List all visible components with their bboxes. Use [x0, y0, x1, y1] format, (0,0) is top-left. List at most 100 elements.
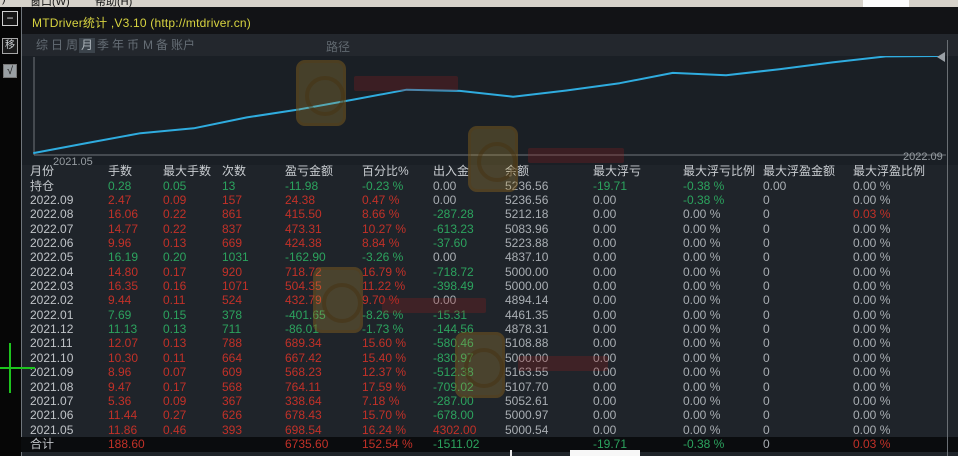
curve-end-marker-icon	[937, 52, 945, 62]
table-cell: 11.86	[108, 423, 137, 438]
table-cell: 0	[763, 423, 770, 438]
table-cell: 0.00 %	[853, 394, 890, 409]
table-cell: 4894.14	[505, 293, 548, 308]
table-cell: 0.22	[163, 207, 186, 222]
table-cell: 4302.00	[433, 423, 476, 438]
table-row[interactable]: 2022.069.960.13669424.388.84 %-37.605223…	[21, 236, 958, 251]
table-row[interactable]: 2022.0414.800.17920718.7216.79 %-718.725…	[21, 265, 958, 280]
table-cell: 7.69	[108, 308, 131, 323]
table-cell: 0	[763, 293, 770, 308]
table-cell: 698.54	[285, 423, 322, 438]
table-cell: 12.37 %	[362, 365, 406, 380]
table-cell: 0	[763, 236, 770, 251]
table-cell: 15.60 %	[362, 336, 406, 351]
table-cell: 0	[763, 351, 770, 366]
table-cell: 0	[763, 336, 770, 351]
table-cell: 0.16	[163, 279, 186, 294]
tab-daily[interactable]: 日	[49, 38, 65, 53]
table-row[interactable]: 2022.0316.350.161071504.3511.22 %-398.49…	[21, 279, 958, 294]
tab-currency[interactable]: 币	[125, 38, 141, 53]
table-cell: 378	[222, 308, 242, 323]
table-cell: 11.44	[108, 408, 137, 423]
table-cell: 0	[763, 207, 770, 222]
table-cell: 0	[763, 365, 770, 380]
tab-account[interactable]: 账户	[169, 38, 197, 53]
table-cell: -37.60	[433, 236, 467, 251]
check-button[interactable]: √	[3, 64, 17, 78]
table-cell: 14.80	[108, 265, 138, 280]
table-cell: 0.00	[593, 279, 616, 294]
table-cell: -613.23	[433, 222, 474, 237]
title-bar: MTDriver统计 ,V3.10 (http://mtdriver.cn)	[22, 7, 958, 34]
column-header: 最大手数	[163, 164, 211, 179]
table-cell: 0.00 %	[853, 222, 890, 237]
table-row[interactable]: 2022.029.440.11524432.799.70 %0.004894.1…	[21, 293, 958, 308]
table-cell: -0.23 %	[362, 179, 403, 194]
table-cell: 2021.11	[30, 336, 73, 351]
watermark-badge	[455, 332, 505, 398]
table-cell: 0.07	[163, 365, 186, 380]
table-cell: 0.00 %	[853, 293, 890, 308]
table-cell: 0.00 %	[683, 207, 720, 222]
table-row[interactable]: 2022.0714.770.22837473.3110.27 %-613.235…	[21, 222, 958, 237]
tab-summary[interactable]: 综	[34, 38, 50, 53]
table-cell: 0.00	[593, 322, 616, 337]
table-cell: 0.17	[163, 380, 186, 395]
column-header: 百分比%	[362, 164, 409, 179]
table-cell: 0.05	[163, 179, 186, 194]
table-row[interactable]: 2021.0511.860.46393698.5416.24 %4302.005…	[21, 423, 958, 438]
table-cell: 0.00 %	[683, 279, 720, 294]
table-cell: 5236.56	[505, 193, 548, 208]
table-cell: 11.22 %	[362, 279, 405, 294]
tab-notes[interactable]: 备	[154, 38, 170, 53]
tab-m[interactable]: M	[141, 38, 155, 53]
table-cell: 10.27 %	[362, 222, 406, 237]
table-row[interactable]: 2022.017.690.15378-401.65-8.26 %-15.3144…	[21, 308, 958, 323]
table-cell: 0	[763, 250, 770, 265]
tab-quarterly[interactable]: 季	[95, 38, 111, 53]
menu-fragment: )	[2, 0, 6, 5]
app-window: ) 窗口(W) 帮助(H) − 移 √ MTDriver统计 ,V3.10 (h…	[0, 0, 958, 456]
watermark-badge	[296, 60, 346, 126]
menu-item-help[interactable]: 帮助(H)	[95, 0, 132, 7]
table-cell: 10.30	[108, 351, 138, 366]
table-cell: 14.77	[108, 222, 138, 237]
table-row[interactable]: 2022.0816.060.22861415.508.66 %-287.2852…	[21, 207, 958, 222]
table-cell: 2022.08	[30, 207, 73, 222]
tab-yearly[interactable]: 年	[110, 38, 126, 53]
table-cell: 0.00	[593, 265, 616, 280]
minimize-button[interactable]: −	[2, 11, 18, 26]
table-cell: 5212.18	[505, 207, 548, 222]
table-cell: 5.36	[108, 394, 131, 409]
table-row[interactable]: 2022.092.470.0915724.380.47 %0.005236.56…	[21, 193, 958, 208]
menu-item-window[interactable]: 窗口(W)	[30, 0, 70, 7]
table-cell: 0.00 %	[853, 250, 890, 265]
table-cell: 0.00 %	[853, 179, 890, 194]
tab-monthly[interactable]: 月	[79, 38, 95, 53]
table-cell: 0	[763, 222, 770, 237]
table-cell: 473.31	[285, 222, 322, 237]
table-row[interactable]: 2021.0611.440.27626678.4315.70 %-678.005…	[21, 408, 958, 423]
table-cell: 1071	[222, 279, 249, 294]
table-cell: 0.00	[593, 408, 616, 423]
table-cell: 11.13	[108, 322, 137, 337]
table-cell: 9.44	[108, 293, 131, 308]
table-cell: 0.00	[433, 193, 456, 208]
table-cell: 0.22	[163, 222, 186, 237]
table-total-row[interactable]: 合计188.606735.60152.54 %-1511.02-19.71-0.…	[21, 437, 958, 452]
move-button[interactable]: 移	[2, 38, 18, 54]
table-cell: 861	[222, 207, 242, 222]
column-header: 最大浮盈金额	[763, 164, 835, 179]
table-cell: 5107.70	[505, 380, 548, 395]
tab-weekly[interactable]: 周	[64, 38, 80, 53]
path-label[interactable]: 路径	[326, 38, 350, 55]
table-row[interactable]: 2022.0516.190.201031-162.90-3.26 %0.0048…	[21, 250, 958, 265]
table-cell: 16.06	[108, 207, 138, 222]
column-header: 出入金	[433, 164, 469, 179]
table-cell: 0.00	[593, 336, 616, 351]
table-cell: -0.38 %	[683, 437, 724, 452]
x-axis-end-label: 2022.09	[903, 151, 943, 163]
table-cell: 2021.12	[30, 322, 73, 337]
table-cell: 5108.88	[505, 336, 548, 351]
menubar-highlight	[863, 0, 909, 7]
